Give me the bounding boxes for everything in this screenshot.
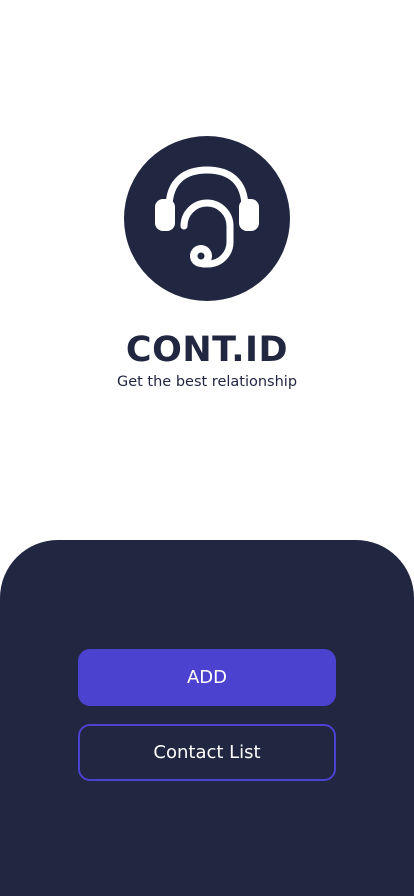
headset-icon xyxy=(155,166,259,268)
bottom-panel xyxy=(0,540,414,896)
app-title: CONT.ID xyxy=(125,330,289,370)
add-button[interactable]: ADD xyxy=(78,649,336,706)
app-logo xyxy=(124,136,290,301)
app-tagline: Get the best relationship xyxy=(116,374,298,390)
contact-list-button[interactable]: Contact List xyxy=(78,724,336,781)
splash-screen: CONT.ID Get the best relationship ADD Co… xyxy=(0,0,414,896)
